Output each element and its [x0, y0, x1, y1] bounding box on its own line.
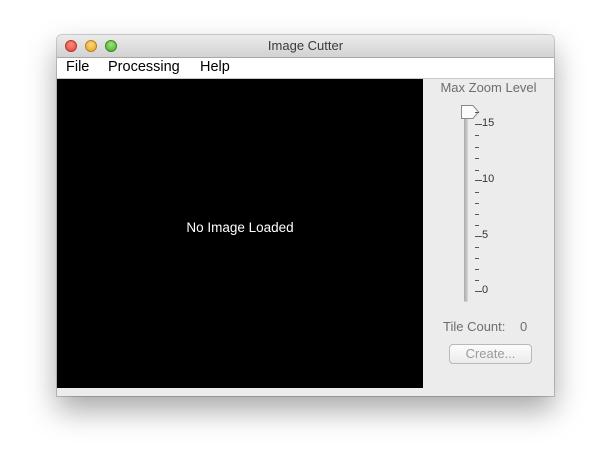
slider-tick	[475, 214, 479, 215]
max-zoom-label: Max Zoom Level	[440, 80, 537, 95]
menu-processing[interactable]: Processing	[108, 59, 180, 75]
slider-tick	[475, 258, 479, 259]
slider-tick	[475, 225, 479, 226]
zoom-slider-ticks: 15 10 5 0	[474, 112, 544, 302]
slider-tick-label-0: 0	[482, 284, 489, 296]
window-title: Image Cutter	[267, 38, 344, 53]
zoom-slider-track[interactable]	[464, 109, 468, 302]
slider-tick	[475, 112, 479, 113]
menu-file[interactable]: File	[66, 59, 89, 75]
window-bottom-strip	[57, 388, 554, 396]
tile-count-label: Tile Count:	[443, 319, 506, 334]
slider-tick	[475, 180, 482, 181]
slider-tick	[475, 203, 479, 204]
slider-tick	[475, 147, 479, 148]
slider-tick	[475, 269, 479, 270]
slider-tick	[475, 236, 482, 237]
slider-tick-label-15: 15	[482, 117, 495, 129]
slider-tick	[475, 280, 479, 281]
no-image-message: No Image Loaded	[186, 220, 294, 235]
slider-tick	[475, 291, 482, 292]
slider-tick-label-10: 10	[482, 173, 495, 185]
slider-tick	[475, 170, 479, 171]
slider-tick-label-5: 5	[482, 229, 489, 241]
slider-tick	[475, 192, 479, 193]
slider-tick	[475, 247, 479, 248]
slider-tick	[475, 158, 479, 159]
menu-help[interactable]: Help	[200, 59, 230, 75]
slider-tick	[475, 124, 482, 125]
app-window: Image Cutter File Processing Help No Ima…	[57, 35, 554, 396]
tile-count-value: 0	[520, 319, 528, 334]
create-button[interactable]: Create...	[449, 344, 532, 364]
menu-bar: File Processing Help	[57, 58, 554, 79]
side-panel: Max Zoom Level 15 10 5 0 Tile Count: 0 C…	[423, 79, 554, 388]
slider-tick	[475, 135, 479, 136]
image-canvas[interactable]: No Image Loaded	[57, 79, 423, 388]
title-bar[interactable]: Image Cutter	[57, 35, 554, 58]
